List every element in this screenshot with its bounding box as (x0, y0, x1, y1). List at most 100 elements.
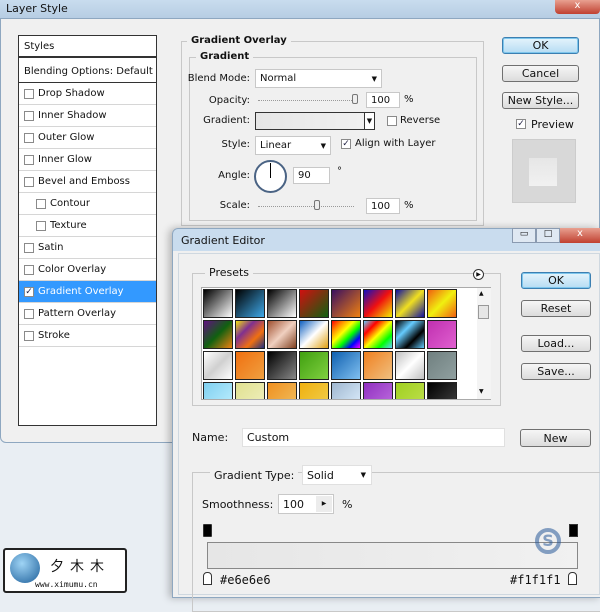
opacity-stop-left[interactable] (203, 524, 212, 537)
gradient-picker[interactable] (255, 112, 375, 130)
reset-button[interactable]: Reset (521, 300, 591, 317)
preset-swatch[interactable] (235, 382, 265, 399)
checkbox[interactable] (24, 110, 34, 121)
preset-swatch[interactable] (267, 382, 297, 399)
preset-swatch[interactable] (235, 320, 265, 349)
preset-swatch[interactable] (427, 320, 457, 349)
style-item-contour[interactable]: Contour (19, 193, 156, 215)
preset-swatch[interactable] (203, 289, 233, 318)
style-item-drop-shadow[interactable]: Drop Shadow (19, 83, 156, 105)
name-input[interactable]: Custom (242, 428, 505, 447)
preset-swatch[interactable] (299, 382, 329, 399)
preset-swatch[interactable] (427, 351, 457, 380)
preset-swatch[interactable] (235, 289, 265, 318)
preset-swatch[interactable] (395, 320, 425, 349)
style-item-stroke[interactable]: Stroke (19, 325, 156, 347)
ok-button[interactable]: OK (502, 37, 579, 54)
cancel-button[interactable]: Cancel (502, 65, 579, 82)
close-button[interactable]: x (555, 0, 600, 14)
preset-swatch[interactable] (267, 351, 297, 380)
scale-input[interactable]: 100 (366, 198, 400, 214)
checkbox[interactable] (24, 242, 34, 253)
gradient-dropdown-button[interactable]: ▼ (364, 112, 375, 130)
gradient-type-select[interactable]: Solid ▼ (302, 465, 372, 485)
preset-swatch[interactable] (363, 289, 393, 318)
opacity-input[interactable]: 100 (366, 92, 400, 108)
preset-swatch[interactable] (363, 351, 393, 380)
checkbox[interactable] (24, 132, 34, 143)
new-button[interactable]: New (520, 429, 591, 447)
preset-swatch[interactable] (267, 320, 297, 349)
preset-swatch[interactable] (427, 382, 457, 399)
angle-dial[interactable] (254, 160, 287, 193)
editor-close-button[interactable]: x (560, 228, 600, 243)
style-item-label: Stroke (38, 330, 70, 341)
preset-swatch[interactable] (235, 351, 265, 380)
preset-swatch[interactable] (331, 289, 361, 318)
presets-scrollbar[interactable]: ▲ ▼ (477, 288, 491, 399)
style-item-bevel-and-emboss[interactable]: Bevel and Emboss (19, 171, 156, 193)
color-stop-left[interactable] (203, 572, 212, 585)
preset-swatch[interactable] (331, 382, 361, 399)
blend-mode-select[interactable]: Normal ▼ (255, 69, 382, 88)
smoothness-stepper[interactable]: ▶ (316, 496, 332, 512)
preset-swatch[interactable] (267, 289, 297, 318)
style-item-outer-glow[interactable]: Outer Glow (19, 127, 156, 149)
preset-swatch[interactable] (395, 351, 425, 380)
preset-swatch[interactable] (363, 320, 393, 349)
preset-swatch[interactable] (299, 351, 329, 380)
preset-swatch[interactable] (427, 289, 457, 318)
style-item-pattern-overlay[interactable]: Pattern Overlay (19, 303, 156, 325)
style-item-inner-glow[interactable]: Inner Glow (19, 149, 156, 171)
save-button[interactable]: Save... (521, 363, 591, 380)
preview-checkbox[interactable]: ✓ (516, 119, 526, 129)
styles-header[interactable]: Styles (19, 36, 156, 58)
style-item-texture[interactable]: Texture (19, 215, 156, 237)
maximize-button[interactable]: □ (536, 228, 560, 243)
preset-swatch[interactable] (331, 320, 361, 349)
scale-unit: % (404, 200, 414, 211)
checkbox[interactable]: ✓ (24, 286, 34, 297)
scale-slider-thumb[interactable] (314, 200, 320, 210)
preset-swatch[interactable] (331, 351, 361, 380)
preset-swatch[interactable] (363, 382, 393, 399)
presets-grid (201, 287, 491, 400)
preset-swatch[interactable] (395, 382, 425, 399)
preset-swatch[interactable] (299, 320, 329, 349)
presets-menu-icon[interactable]: ▶ (473, 269, 484, 280)
checkbox[interactable] (24, 330, 34, 341)
style-item-satin[interactable]: Satin (19, 237, 156, 259)
scale-slider[interactable] (258, 206, 354, 207)
editor-ok-button[interactable]: OK (521, 272, 591, 289)
preset-swatch[interactable] (299, 289, 329, 318)
checkbox[interactable] (24, 308, 34, 319)
style-item-gradient-overlay[interactable]: ✓ Gradient Overlay (19, 281, 156, 303)
globe-icon (10, 553, 40, 583)
opacity-slider-thumb[interactable] (352, 94, 358, 104)
opacity-slider[interactable] (258, 100, 358, 101)
new-style-button[interactable]: New Style... (502, 92, 579, 109)
watermark-url: www.ximumu.cn (35, 580, 98, 589)
style-item-inner-shadow[interactable]: Inner Shadow (19, 105, 156, 127)
preset-swatch[interactable] (203, 351, 233, 380)
checkbox[interactable] (36, 198, 46, 209)
minimize-button[interactable]: ▭ (512, 228, 536, 243)
angle-input[interactable]: 90 (293, 167, 330, 184)
style-item-label: Inner Shadow (38, 110, 107, 121)
blending-options[interactable]: Blending Options: Default (19, 61, 156, 83)
checkbox[interactable] (24, 88, 34, 99)
preset-swatch[interactable] (203, 382, 233, 399)
checkbox[interactable] (24, 264, 34, 275)
style-item-label: Contour (50, 198, 90, 209)
load-button[interactable]: Load... (521, 335, 591, 352)
checkbox[interactable] (24, 154, 34, 165)
reverse-checkbox[interactable] (387, 116, 397, 126)
style-select[interactable]: Linear ▼ (255, 136, 331, 155)
preset-swatch[interactable] (395, 289, 425, 318)
preset-swatch[interactable] (203, 320, 233, 349)
style-item-color-overlay[interactable]: Color Overlay (19, 259, 156, 281)
align-checkbox[interactable]: ✓ (341, 139, 351, 149)
checkbox[interactable] (24, 176, 34, 187)
scrollbar-thumb[interactable] (478, 305, 489, 319)
checkbox[interactable] (36, 220, 46, 231)
